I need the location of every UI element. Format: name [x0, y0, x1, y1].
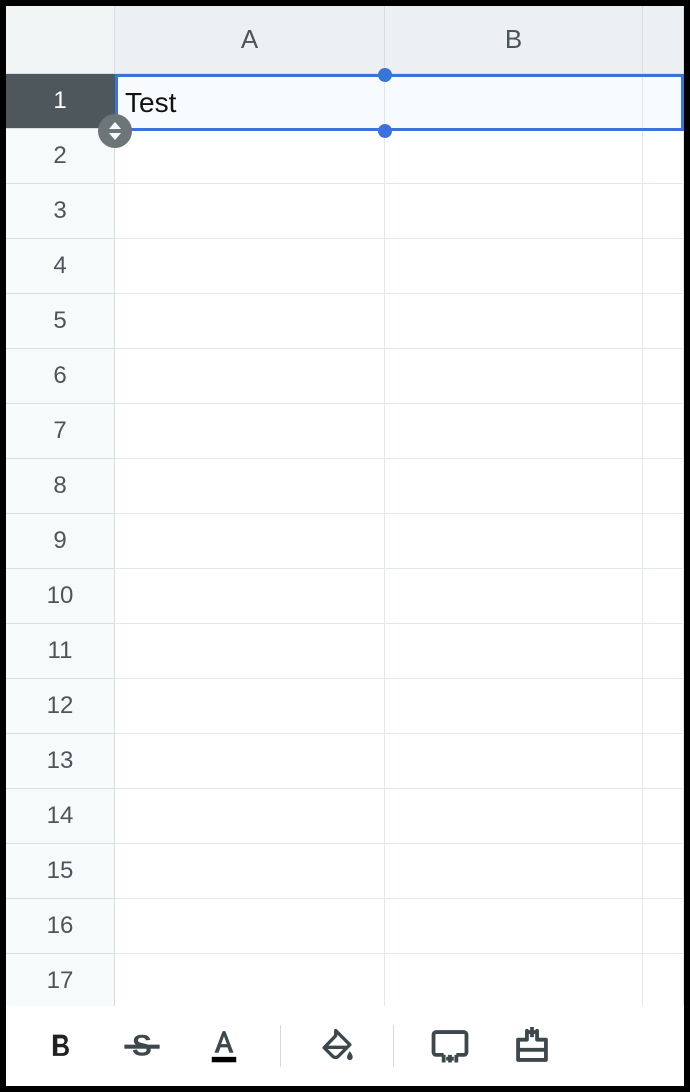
cell-C17[interactable] — [643, 954, 684, 1006]
row-header-12[interactable]: 12 — [6, 679, 115, 734]
cell-A6[interactable] — [115, 349, 385, 404]
row: 8 — [6, 459, 684, 514]
cell-C13[interactable] — [643, 734, 684, 789]
row: 9 — [6, 514, 684, 569]
cell-B15[interactable] — [385, 844, 643, 899]
row-header-3[interactable]: 3 — [6, 184, 115, 239]
toolbar-separator — [393, 1025, 394, 1067]
row: 14 — [6, 789, 684, 844]
cell-A7[interactable] — [115, 404, 385, 459]
row: 4 — [6, 239, 684, 294]
cell-A3[interactable] — [115, 184, 385, 239]
cell-B2[interactable] — [385, 129, 643, 184]
row-header-17[interactable]: 17 — [6, 954, 115, 1006]
cell-B1[interactable] — [385, 74, 643, 129]
column-header-c-partial[interactable] — [643, 6, 684, 74]
row-header-6[interactable]: 6 — [6, 349, 115, 404]
cell-B6[interactable] — [385, 349, 643, 404]
cell-C9[interactable] — [643, 514, 684, 569]
select-all-corner[interactable] — [6, 6, 115, 74]
cell-A11[interactable] — [115, 624, 385, 679]
cell-B14[interactable] — [385, 789, 643, 844]
row: 3 — [6, 184, 684, 239]
cell-A13[interactable] — [115, 734, 385, 789]
cell-A4[interactable] — [115, 239, 385, 294]
row: 6 — [6, 349, 684, 404]
cell-A8[interactable] — [115, 459, 385, 514]
cell-B12[interactable] — [385, 679, 643, 734]
cell-C8[interactable] — [643, 459, 684, 514]
text-color-button[interactable] — [192, 1021, 256, 1071]
cell-C5[interactable] — [643, 294, 684, 349]
cell-B8[interactable] — [385, 459, 643, 514]
cell-C7[interactable] — [643, 404, 684, 459]
row: 5 — [6, 294, 684, 349]
row: 10 — [6, 569, 684, 624]
bold-button[interactable] — [28, 1021, 92, 1071]
cell-C16[interactable] — [643, 899, 684, 954]
row-header-5[interactable]: 5 — [6, 294, 115, 349]
row-header-8[interactable]: 8 — [6, 459, 115, 514]
cell-A9[interactable] — [115, 514, 385, 569]
cell-C1[interactable] — [643, 74, 684, 129]
cell-B4[interactable] — [385, 239, 643, 294]
spreadsheet-grid[interactable]: A B 1234567891011121314151617 Test — [6, 6, 684, 1006]
cell-A10[interactable] — [115, 569, 385, 624]
cell-C3[interactable] — [643, 184, 684, 239]
fill-color-button[interactable] — [305, 1021, 369, 1071]
row-resize-handle[interactable] — [98, 114, 132, 148]
strikethrough-button[interactable]: S — [110, 1021, 174, 1071]
cell-C6[interactable] — [643, 349, 684, 404]
cell-B9[interactable] — [385, 514, 643, 569]
toolbar-separator — [280, 1025, 281, 1067]
cell-B7[interactable] — [385, 404, 643, 459]
format-toolbar: S — [6, 1006, 684, 1086]
cell-C11[interactable] — [643, 624, 684, 679]
column-header-b[interactable]: B — [385, 6, 643, 74]
column-header-a[interactable]: A — [115, 6, 385, 74]
cell-A17[interactable] — [115, 954, 385, 1006]
cell-A15[interactable] — [115, 844, 385, 899]
row: 12 — [6, 679, 684, 734]
row: 13 — [6, 734, 684, 789]
cell-A1[interactable] — [115, 74, 385, 129]
cell-B5[interactable] — [385, 294, 643, 349]
row-header-14[interactable]: 14 — [6, 789, 115, 844]
cell-B3[interactable] — [385, 184, 643, 239]
merge-cells-button[interactable] — [418, 1021, 482, 1071]
cell-A14[interactable] — [115, 789, 385, 844]
row-header-9[interactable]: 9 — [6, 514, 115, 569]
cell-A12[interactable] — [115, 679, 385, 734]
cell-B16[interactable] — [385, 899, 643, 954]
row: 17 — [6, 954, 684, 1006]
row-header-10[interactable]: 10 — [6, 569, 115, 624]
row-header-7[interactable]: 7 — [6, 404, 115, 459]
cell-C15[interactable] — [643, 844, 684, 899]
cell-B17[interactable] — [385, 954, 643, 1006]
row-header-13[interactable]: 13 — [6, 734, 115, 789]
column-header-row: A B — [6, 6, 684, 74]
row: 7 — [6, 404, 684, 459]
cell-C10[interactable] — [643, 569, 684, 624]
row-header-11[interactable]: 11 — [6, 624, 115, 679]
cell-A16[interactable] — [115, 899, 385, 954]
row-header-16[interactable]: 16 — [6, 899, 115, 954]
row: 15 — [6, 844, 684, 899]
cell-A5[interactable] — [115, 294, 385, 349]
cell-B13[interactable] — [385, 734, 643, 789]
cell-B10[interactable] — [385, 569, 643, 624]
row-header-15[interactable]: 15 — [6, 844, 115, 899]
row-header-1[interactable]: 1 — [6, 74, 115, 129]
insert-cells-button[interactable] — [500, 1021, 564, 1071]
cell-C12[interactable] — [643, 679, 684, 734]
row-header-4[interactable]: 4 — [6, 239, 115, 294]
row: 11 — [6, 624, 684, 679]
cell-A2[interactable] — [115, 129, 385, 184]
cell-B11[interactable] — [385, 624, 643, 679]
row: 16 — [6, 899, 684, 954]
cell-C2[interactable] — [643, 129, 684, 184]
cell-C4[interactable] — [643, 239, 684, 294]
cell-C14[interactable] — [643, 789, 684, 844]
